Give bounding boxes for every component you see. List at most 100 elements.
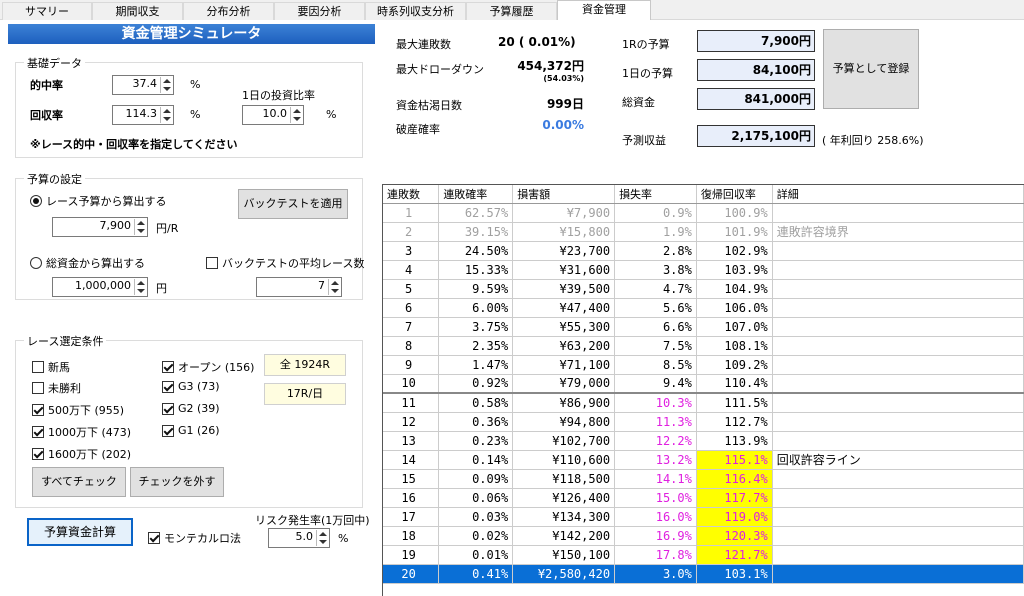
checkbox-1600man[interactable]: 1600万下 (202) bbox=[32, 446, 131, 462]
table-row[interactable]: 15 0.09% ¥118,500 14.1% 116.4% bbox=[383, 469, 1024, 489]
table-row[interactable]: 14 0.14% ¥110,600 13.2% 115.1% 回収許容ライン bbox=[383, 450, 1024, 470]
panel-title: 資金管理シミュレータ bbox=[8, 24, 375, 44]
table-row[interactable]: 8 2.35% ¥63,200 7.5% 108.1% bbox=[383, 336, 1024, 356]
spin-arrows-icon[interactable] bbox=[316, 530, 328, 546]
invest-ratio-input[interactable]: 10.0 bbox=[242, 105, 304, 125]
checkbox-500man[interactable]: 500万下 (955) bbox=[32, 402, 124, 418]
cell-loss: ¥71,100 bbox=[512, 355, 616, 375]
tab-timeseries[interactable]: 時系列収支分析 bbox=[365, 2, 466, 20]
spin-arrows-icon[interactable] bbox=[160, 107, 172, 123]
table-row[interactable]: 9 1.47% ¥71,100 8.5% 109.2% bbox=[383, 355, 1024, 375]
cell-loss-rate: 11.3% bbox=[614, 412, 697, 432]
total-fund-result: 841,000円 bbox=[697, 88, 815, 110]
table-row[interactable]: 11 0.58% ¥86,900 10.3% 111.5% bbox=[383, 392, 1024, 413]
check-all-button[interactable]: すべてチェック bbox=[32, 467, 126, 497]
table-row[interactable]: 2 39.15% ¥15,800 1.9% 101.9% 連敗許容境界 bbox=[383, 222, 1024, 242]
tab-factor[interactable]: 要因分析 bbox=[274, 2, 365, 20]
table-row[interactable]: 4 15.33% ¥31,600 3.8% 103.9% bbox=[383, 260, 1024, 280]
col-header-recovery[interactable]: 復帰回収率 bbox=[696, 185, 773, 204]
table-row[interactable]: 5 9.59% ¥39,500 4.7% 104.9% bbox=[383, 279, 1024, 299]
tab-budget-history[interactable]: 予算履歴 bbox=[466, 2, 557, 20]
table-row[interactable]: 1 62.57% ¥7,900 0.9% 100.9% bbox=[383, 203, 1024, 223]
checkbox-checked-icon bbox=[162, 361, 174, 373]
cell-probability: 0.41% bbox=[438, 564, 514, 584]
table-row[interactable]: 7 3.75% ¥55,300 6.6% 107.0% bbox=[383, 317, 1024, 337]
checkbox-shinba[interactable]: 新馬 bbox=[32, 359, 70, 375]
cell-streak: 9 bbox=[383, 355, 440, 375]
col-header-detail[interactable]: 詳細 bbox=[772, 185, 1024, 204]
checkbox-g1[interactable]: G1 (26) bbox=[162, 424, 220, 437]
cell-probability: 0.03% bbox=[438, 507, 514, 527]
register-budget-button[interactable]: 予算として登録 bbox=[823, 29, 919, 109]
avg-races-value: 7 bbox=[318, 279, 325, 292]
radio-total-fund[interactable]: 総資金から算出する bbox=[30, 255, 145, 271]
table-row[interactable]: 12 0.36% ¥94,800 11.3% 112.7% bbox=[383, 412, 1024, 432]
col-header-loss[interactable]: 損害額 bbox=[512, 185, 616, 204]
instruction-note: ※レース的中・回収率を指定してください bbox=[30, 138, 238, 151]
checkbox-1000man[interactable]: 1000万下 (473) bbox=[32, 424, 131, 440]
cell-streak: 2 bbox=[383, 222, 440, 242]
tab-fund-management[interactable]: 資金管理 bbox=[557, 0, 651, 21]
cell-probability: 2.35% bbox=[438, 336, 514, 356]
table-row[interactable]: 16 0.06% ¥126,400 15.0% 117.7% bbox=[383, 488, 1024, 508]
spin-arrows-icon[interactable] bbox=[290, 107, 302, 123]
risk-rate-input[interactable]: 5.0 bbox=[268, 528, 330, 548]
table-row[interactable]: 18 0.02% ¥142,200 16.9% 120.3% bbox=[383, 526, 1024, 546]
total-fund-input[interactable]: 1,000,000 bbox=[52, 277, 148, 297]
backtest-avg-checkbox[interactable]: バックテストの平均レース数 bbox=[206, 255, 364, 271]
table-row[interactable]: 6 6.00% ¥47,400 5.6% 106.0% bbox=[383, 298, 1024, 318]
spin-arrows-icon[interactable] bbox=[134, 279, 146, 295]
spin-arrows-icon[interactable] bbox=[328, 279, 340, 295]
avg-races-input[interactable]: 7 bbox=[256, 277, 342, 297]
cell-loss-rate: 16.0% bbox=[614, 507, 697, 527]
cell-loss: ¥7,900 bbox=[512, 203, 616, 223]
cell-detail bbox=[772, 545, 1024, 565]
spin-arrows-icon[interactable] bbox=[134, 219, 146, 235]
table-row[interactable]: 3 24.50% ¥23,700 2.8% 102.9% bbox=[383, 241, 1024, 261]
col-header-streak[interactable]: 連敗数 bbox=[383, 185, 440, 204]
monte-carlo-checkbox[interactable]: モンテカルロ法 bbox=[148, 530, 241, 546]
apply-backtest-button[interactable]: バックテストを適用 bbox=[238, 189, 348, 219]
col-header-probability[interactable]: 連敗確率 bbox=[438, 185, 514, 204]
cell-loss: ¥86,900 bbox=[512, 392, 616, 413]
checkbox-mishori[interactable]: 未勝利 bbox=[32, 380, 81, 396]
cell-detail bbox=[772, 336, 1024, 356]
hit-rate-unit: % bbox=[190, 78, 201, 91]
table-row[interactable]: 10 0.92% ¥79,000 9.4% 110.4% bbox=[383, 374, 1024, 394]
table-row[interactable]: 20 0.41% ¥2,580,420 3.0% 103.1% bbox=[383, 564, 1024, 584]
cell-streak: 11 bbox=[383, 392, 440, 413]
per-race-label: 1Rの予算 bbox=[622, 38, 670, 51]
checkbox-g3[interactable]: G3 (73) bbox=[162, 380, 220, 393]
radio-race-budget[interactable]: レース予算から算出する bbox=[30, 193, 166, 209]
spin-arrows-icon[interactable] bbox=[160, 77, 172, 93]
return-rate-input[interactable]: 114.3 bbox=[112, 105, 174, 125]
cell-probability: 0.09% bbox=[438, 469, 514, 489]
race-budget-input[interactable]: 7,900 bbox=[52, 217, 148, 237]
cell-loss: ¥63,200 bbox=[512, 336, 616, 356]
checkbox-g2[interactable]: G2 (39) bbox=[162, 402, 220, 415]
max-losing-value: 20 ( 0.01%) bbox=[498, 35, 576, 49]
table-row[interactable]: 17 0.03% ¥134,300 16.0% 119.0% bbox=[383, 507, 1024, 527]
max-drawdown-label: 最大ドローダウン bbox=[396, 63, 484, 76]
cell-recovery: 109.2% bbox=[696, 355, 773, 375]
cell-streak: 17 bbox=[383, 507, 440, 527]
tab-period-balance[interactable]: 期間収支 bbox=[92, 2, 183, 20]
hit-rate-input[interactable]: 37.4 bbox=[112, 75, 174, 95]
cell-detail: 連敗許容境界 bbox=[772, 222, 1024, 242]
tab-summary[interactable]: サマリー bbox=[2, 2, 92, 20]
cell-loss: ¥23,700 bbox=[512, 241, 616, 261]
checkbox-open[interactable]: オープン (156) bbox=[162, 359, 254, 375]
cell-detail bbox=[772, 279, 1024, 299]
cell-detail bbox=[772, 317, 1024, 337]
uncheck-all-button[interactable]: チェックを外す bbox=[130, 467, 224, 497]
col-header-loss-rate[interactable]: 損失率 bbox=[614, 185, 697, 204]
cell-streak: 14 bbox=[383, 450, 440, 470]
table-row[interactable]: 13 0.23% ¥102,700 12.2% 113.9% bbox=[383, 431, 1024, 451]
table-row[interactable]: 19 0.01% ¥150,100 17.8% 121.7% bbox=[383, 545, 1024, 565]
checkbox-icon bbox=[32, 382, 44, 394]
calculate-budget-button[interactable]: 予算資金計算 bbox=[27, 518, 133, 546]
cell-loss-rate: 12.2% bbox=[614, 431, 697, 451]
checkbox-label: 1600万下 (202) bbox=[48, 448, 132, 461]
cell-loss-rate: 6.6% bbox=[614, 317, 697, 337]
tab-distribution[interactable]: 分布分析 bbox=[183, 2, 274, 20]
